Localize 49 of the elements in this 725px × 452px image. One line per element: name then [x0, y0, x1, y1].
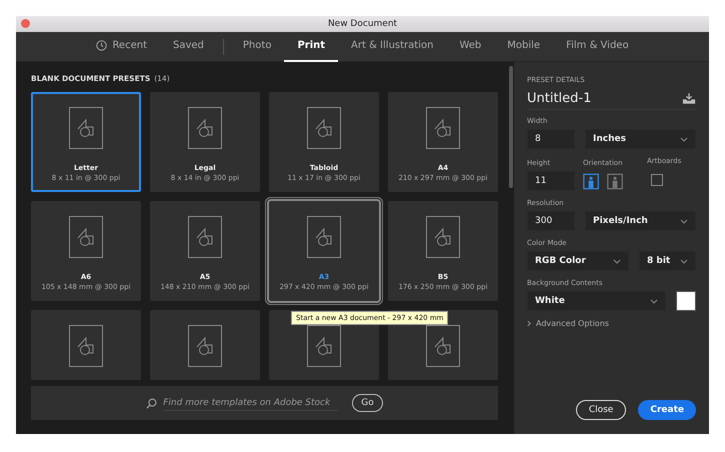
resolution-unit-dropdown[interactable]: Pixels/Inch: [585, 211, 696, 231]
caret-icon: [680, 258, 688, 264]
tab[interactable]: Film & Video: [553, 32, 642, 62]
document-shapes-icon: [307, 325, 341, 367]
document-name-field[interactable]: Untitled-1: [527, 88, 592, 109]
bit-depth-dropdown[interactable]: 8 bit: [639, 251, 696, 271]
artboards-checkbox[interactable]: [651, 174, 663, 186]
width-field[interactable]: 8: [527, 129, 575, 149]
document-shapes-icon: [426, 325, 460, 367]
tab[interactable]: Web: [446, 32, 494, 62]
clock-icon: [96, 40, 108, 51]
caret-icon: [613, 258, 621, 264]
caret-icon: [650, 298, 658, 304]
tab[interactable]: Mobile: [494, 32, 554, 62]
document-shapes-icon: [188, 216, 222, 258]
tab[interactable]: Photo: [230, 32, 284, 62]
search-field[interactable]: Find more templates on Adobe Stock: [163, 396, 338, 410]
landscape-icon[interactable]: [607, 172, 623, 190]
tab[interactable]: Saved: [160, 32, 217, 62]
tab[interactable]: Art & Illustration: [338, 32, 446, 62]
go-button[interactable]: Go: [352, 394, 383, 412]
close-window-icon[interactable]: [21, 19, 30, 28]
unit-dropdown[interactable]: Inches: [585, 129, 696, 149]
document-shapes-icon: [188, 325, 222, 367]
caret-icon: [680, 218, 688, 224]
color-mode-dropdown[interactable]: RGB Color: [527, 251, 629, 271]
portrait-icon[interactable]: [583, 172, 599, 190]
document-shapes-icon: [307, 107, 341, 149]
advanced-options-toggle[interactable]: Advanced Options: [527, 319, 609, 328]
document-shapes-icon: [188, 107, 222, 149]
document-shapes-icon: [426, 107, 460, 149]
color-swatch[interactable]: [676, 291, 696, 311]
window-title: New Document: [328, 19, 398, 29]
document-shapes-icon: [69, 107, 103, 149]
create-button[interactable]: Create: [638, 400, 696, 420]
scrollbar[interactable]: [509, 66, 513, 188]
document-shapes-icon: [69, 325, 103, 367]
close-button[interactable]: Close: [576, 400, 626, 420]
resolution-field[interactable]: 300: [527, 211, 575, 231]
document-shapes-icon: [426, 216, 460, 258]
caret-icon: [680, 136, 688, 142]
save-preset-icon[interactable]: [682, 93, 696, 104]
background-dropdown[interactable]: White: [527, 291, 666, 311]
tab[interactable]: Recent: [83, 32, 160, 62]
search-icon: [146, 398, 158, 408]
document-shapes-icon: [307, 216, 341, 258]
document-shapes-icon: [69, 216, 103, 258]
chevron-icon: [527, 320, 531, 327]
height-field[interactable]: 11: [527, 171, 575, 191]
